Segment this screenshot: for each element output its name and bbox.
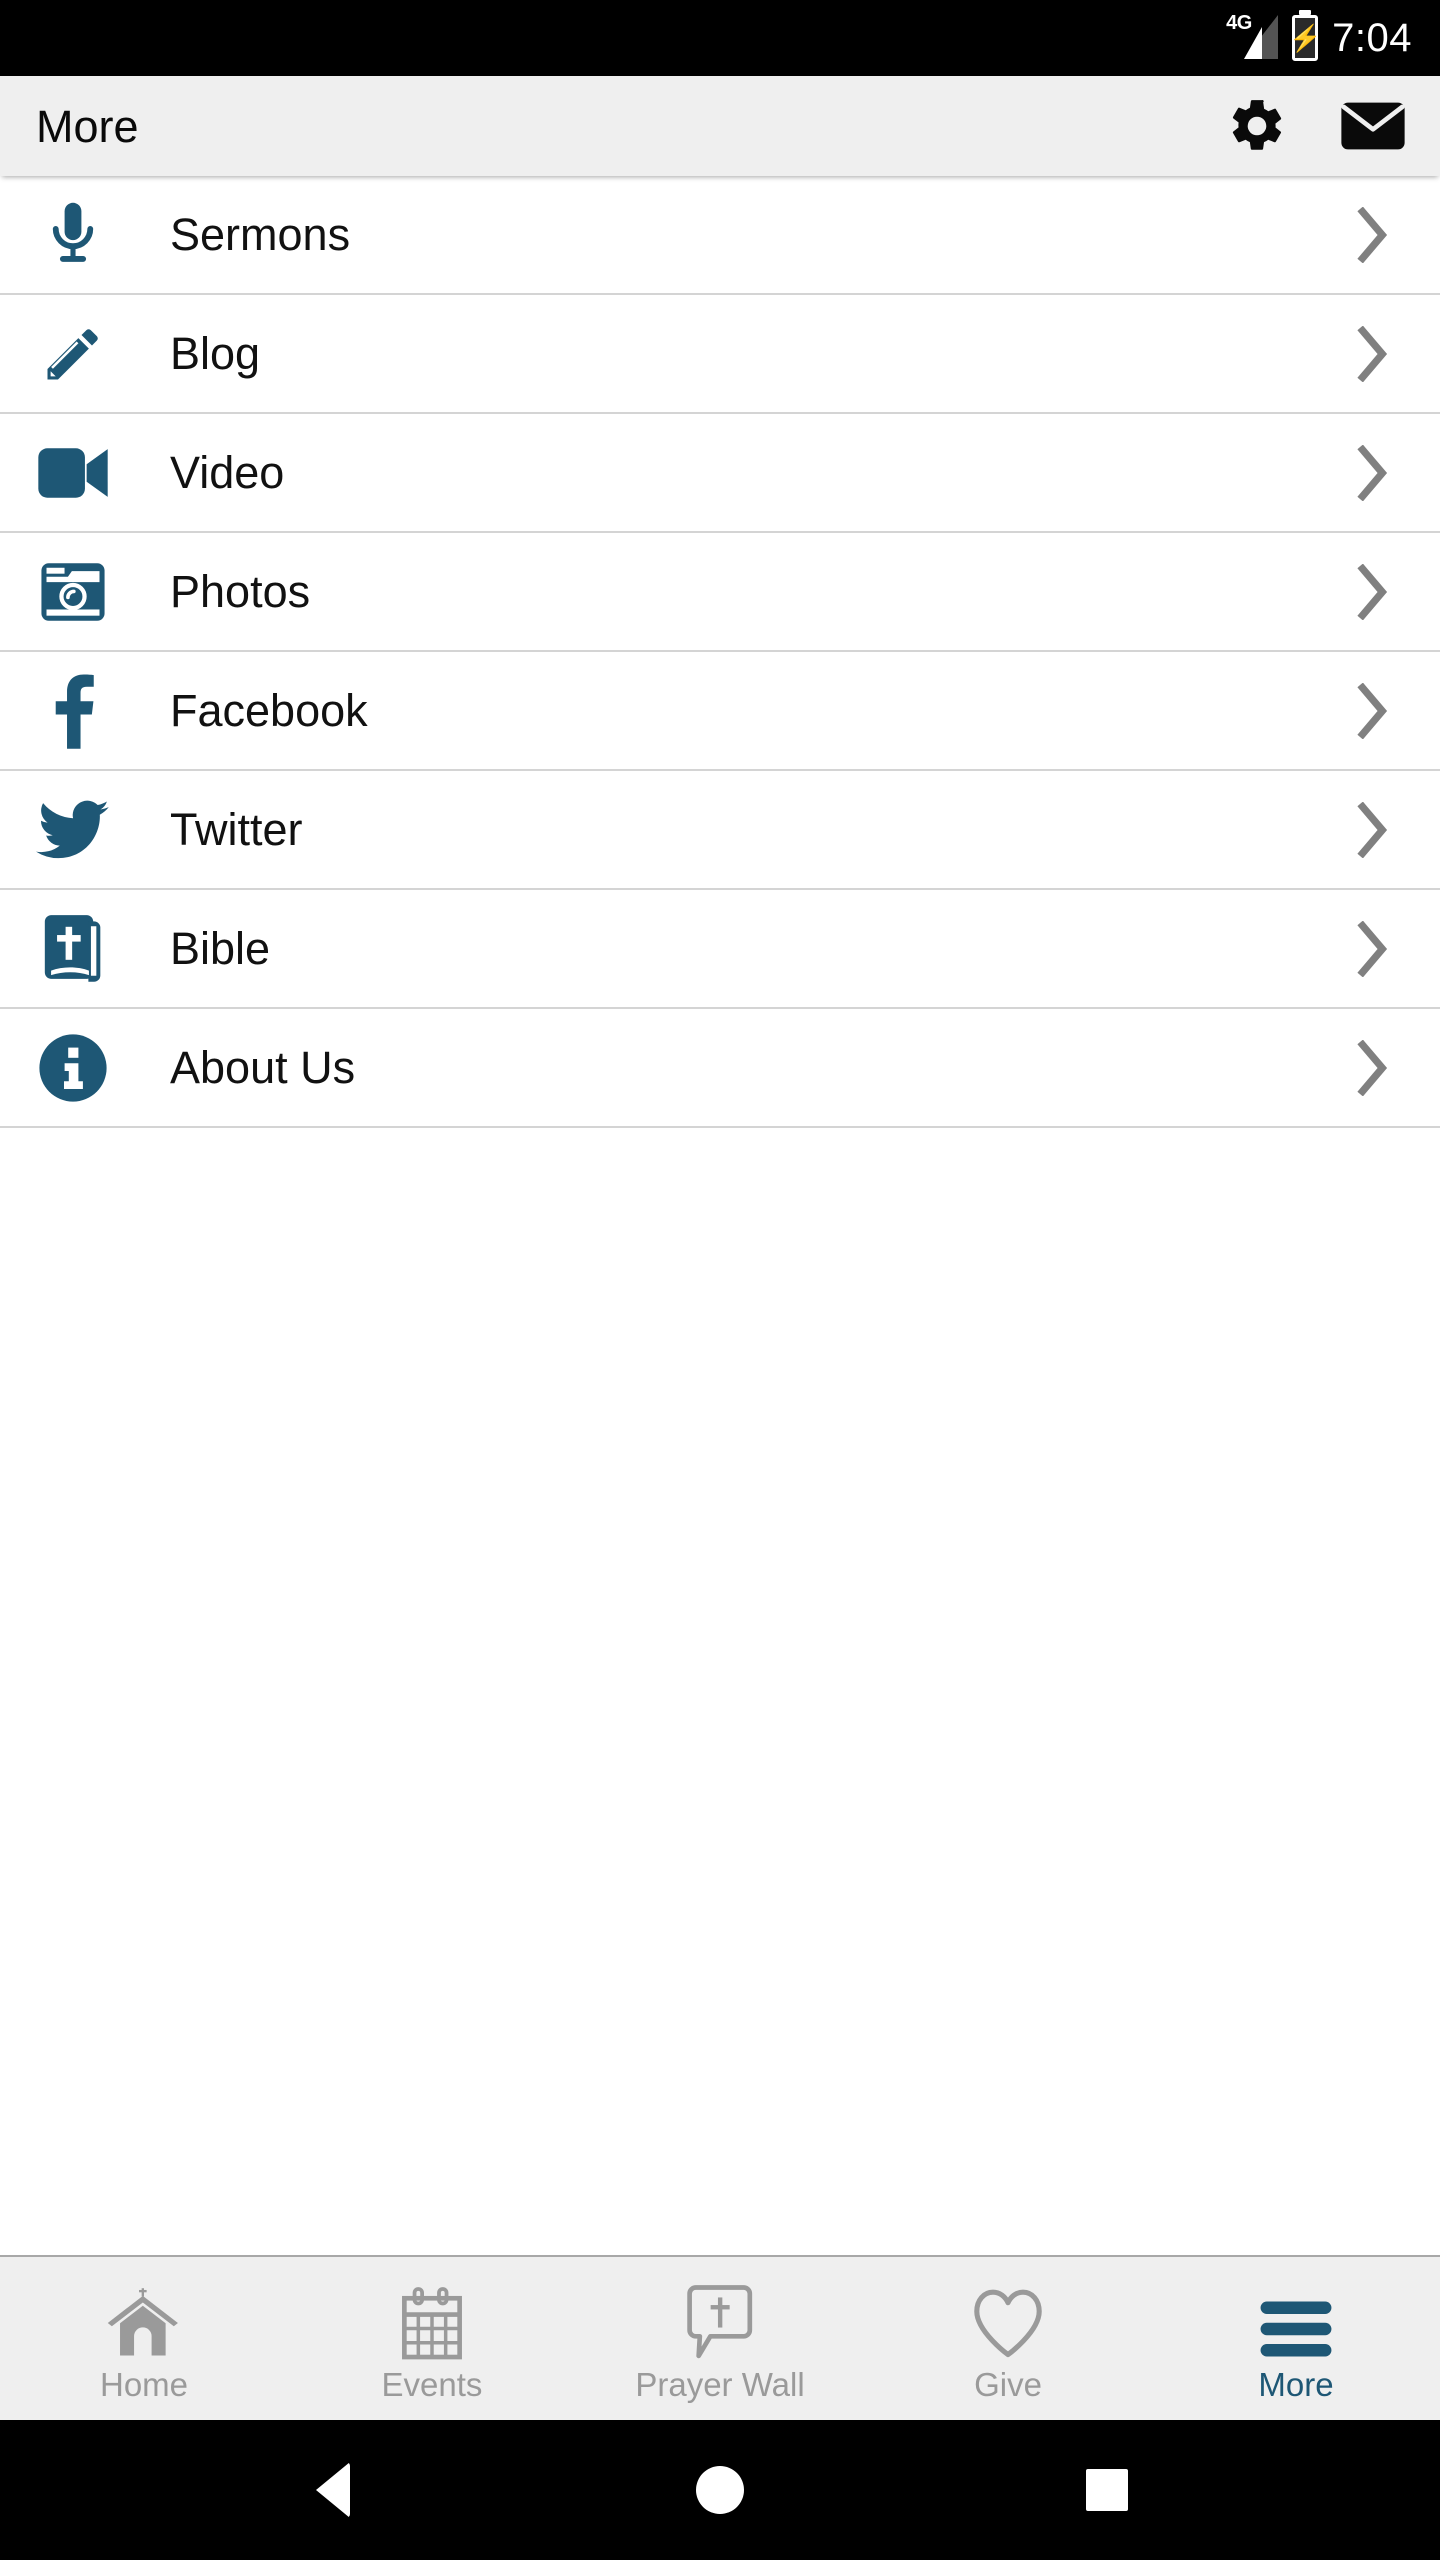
bible-book-icon — [36, 912, 110, 986]
chevron-right-icon — [1350, 1038, 1396, 1098]
tab-events[interactable]: Events — [288, 2257, 576, 2420]
envelope-icon — [1341, 102, 1405, 150]
status-indicators: 4G ⚡ 7:04 — [1226, 13, 1412, 61]
calendar-icon — [400, 2282, 464, 2360]
gear-icon — [1232, 100, 1282, 150]
list-item-label: Photos — [170, 566, 311, 617]
chevron-right-icon — [1350, 324, 1396, 384]
header-actions — [1224, 93, 1406, 159]
info-circle-icon — [36, 1031, 110, 1105]
android-navigation-bar — [0, 2420, 1440, 2560]
camera-icon — [36, 555, 110, 629]
chevron-right-icon — [1350, 681, 1396, 741]
chevron-right-icon — [1350, 443, 1396, 503]
twitter-icon — [36, 793, 110, 867]
list-item-twitter[interactable]: Twitter — [0, 771, 1440, 890]
facebook-icon — [36, 674, 110, 749]
tab-more[interactable]: More — [1152, 2257, 1440, 2420]
hamburger-icon — [1257, 2282, 1335, 2360]
list-item-sermons[interactable]: Sermons — [0, 176, 1440, 295]
list-item-label: Twitter — [170, 804, 303, 855]
tab-home[interactable]: Home — [0, 2257, 288, 2420]
chevron-right-icon — [1350, 919, 1396, 979]
more-menu-list: Sermons Blog Video Photos Facebook Twitt… — [0, 176, 1440, 2255]
list-item-video[interactable]: Video — [0, 414, 1440, 533]
battery-charging-icon: ⚡ — [1288, 15, 1322, 61]
tab-prayer-wall[interactable]: Prayer Wall — [576, 2257, 864, 2420]
chevron-right-icon — [1350, 800, 1396, 860]
clock-label: 7:04 — [1332, 16, 1412, 60]
tab-label: Prayer Wall — [635, 2366, 805, 2403]
tab-give[interactable]: Give — [864, 2257, 1152, 2420]
church-icon — [106, 2282, 182, 2360]
tab-label: More — [1258, 2366, 1334, 2403]
heart-icon — [972, 2282, 1044, 2360]
tab-label: Give — [974, 2366, 1042, 2403]
messages-button[interactable] — [1340, 93, 1406, 159]
list-item-label: Video — [170, 447, 285, 498]
videocam-icon — [36, 436, 110, 510]
signal-bars-filled — [1244, 27, 1263, 59]
list-item-facebook[interactable]: Facebook — [0, 652, 1440, 771]
phone-screen: 4G ⚡ 7:04 More Sermons Blog Video Photos… — [0, 0, 1440, 2560]
home-button[interactable] — [665, 2450, 775, 2530]
chevron-right-icon — [1350, 205, 1396, 265]
pencil-icon — [36, 317, 110, 391]
bottom-tab-bar: Home Events Prayer Wall Give More — [0, 2255, 1440, 2420]
tab-label: Home — [99, 2366, 189, 2403]
list-item-photos[interactable]: Photos — [0, 533, 1440, 652]
chevron-right-icon — [1350, 562, 1396, 622]
recents-square-icon — [1085, 2469, 1128, 2511]
settings-button[interactable] — [1224, 93, 1290, 159]
page-title: More — [36, 100, 139, 152]
list-item-about-us[interactable]: About Us — [0, 1009, 1440, 1128]
back-triangle-icon — [316, 2462, 351, 2518]
list-item-bible[interactable]: Bible — [0, 890, 1440, 1009]
status-bar: 4G ⚡ 7:04 — [0, 0, 1440, 76]
tab-label: Events — [381, 2366, 483, 2403]
recents-button[interactable] — [1052, 2450, 1162, 2530]
microphone-icon — [36, 198, 110, 272]
list-item-label: Sermons — [170, 209, 351, 260]
back-button[interactable] — [278, 2450, 388, 2530]
list-item-label: About Us — [170, 1042, 356, 1093]
home-circle-icon — [695, 2466, 744, 2514]
list-item-label: Blog — [170, 328, 261, 379]
cellular-signal-icon: 4G — [1226, 13, 1279, 61]
list-item-blog[interactable]: Blog — [0, 295, 1440, 414]
list-item-label: Bible — [170, 923, 271, 974]
charging-bolt-icon: ⚡ — [1288, 23, 1322, 53]
app-header: More — [0, 76, 1440, 176]
list-item-label: Facebook — [170, 685, 368, 736]
prayer-bubble-icon — [686, 2282, 754, 2360]
